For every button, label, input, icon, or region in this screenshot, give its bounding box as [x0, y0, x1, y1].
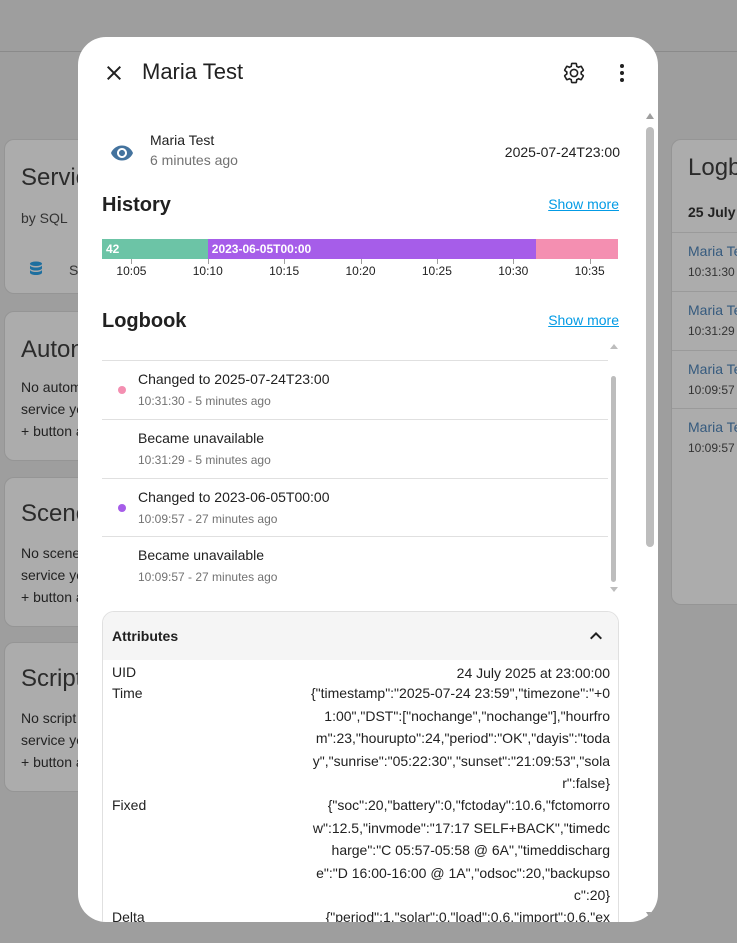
logbook-card: Logb 25 July Maria Te 10:31:30 Maria Te … [671, 139, 737, 605]
entry-time: 10:31:30 [688, 265, 735, 279]
state-color-dot [118, 504, 126, 512]
entity-state-row: Maria Test 6 minutes ago 2025-07-24T23:0… [102, 129, 620, 173]
entity-name: Maria Test [150, 132, 215, 148]
entry-name: Maria Te [688, 361, 737, 377]
logbook-time: 10:31:29 - 5 minutes ago [138, 453, 271, 467]
card-title: Script [21, 665, 83, 692]
entry-name: Maria Te [688, 243, 737, 259]
entry-time: 10:09:57 [688, 383, 735, 397]
logbook-message: Changed to 2023-06-05T00:00 [138, 489, 330, 505]
logbook-entry[interactable]: Changed to 2025-07-24T23:00 10:31:30 - 5… [102, 360, 608, 419]
dialog-scroll-up-arrow[interactable] [646, 113, 654, 119]
card-text: service ye [21, 401, 85, 417]
attributes-header[interactable]: Attributes [103, 612, 618, 660]
history-timeline[interactable]: 42 2023-06-05T00:00 [102, 239, 618, 259]
more-info-dialog: Maria Test Maria Test 6 minutes ago 2025… [78, 37, 658, 922]
settings-button[interactable] [556, 55, 592, 91]
scroll-down-arrow[interactable] [610, 587, 618, 592]
logbook-scroll-thumb[interactable] [611, 376, 616, 582]
logbook-entry[interactable]: Became unavailable 10:31:29 - 5 minutes … [102, 419, 608, 478]
card-title: Logb [688, 154, 737, 181]
logbook-entry[interactable]: Changed to 2023-06-05T00:00 10:09:57 - 2… [102, 478, 608, 537]
logbook-card-entry: Maria Te 10:31:29 [672, 291, 737, 350]
logbook-time: 10:31:30 - 5 minutes ago [138, 394, 271, 408]
database-icon [30, 261, 42, 275]
attributes-panel: Attributes UID 24 July 2025 at 23:00:00 … [102, 611, 619, 922]
axis-tick-label: 10:10 [192, 264, 223, 278]
history-title: History [102, 194, 171, 216]
eye-icon [111, 145, 133, 161]
more-vertical-icon [620, 64, 624, 82]
attribute-key: Time [112, 685, 143, 701]
logbook-message: Became unavailable [138, 430, 265, 446]
axis-tick-label: 10:25 [421, 264, 452, 278]
card-text: service ye [21, 567, 85, 583]
logbook-message: Changed to 2025-07-24T23:00 [138, 371, 330, 387]
axis-tick-label: 10:30 [498, 264, 529, 278]
card-text: No script [21, 710, 77, 726]
entry-time: 10:09:57 [688, 441, 735, 455]
timeline-segment[interactable] [536, 239, 618, 259]
card-date: 25 July [688, 204, 736, 220]
axis-tick-label: 10:35 [574, 264, 605, 278]
scroll-up-arrow[interactable] [610, 344, 618, 349]
logbook-card-entry: Maria Te 10:09:57 [672, 350, 737, 409]
entity-state-value: 2025-07-24T23:00 [504, 144, 620, 160]
logbook-clipped-entry [102, 343, 608, 361]
logbook-time: 10:09:57 - 27 minutes ago [138, 512, 278, 526]
card-text: No autom [21, 379, 82, 395]
attribute-value: {"period":1,"solar":0,"load":0.6,"import… [325, 909, 610, 922]
timeline-segment[interactable]: 42 [102, 239, 208, 259]
card-text: + button a [21, 423, 84, 439]
gear-icon [563, 62, 585, 84]
entry-name: Maria Te [688, 302, 737, 318]
attribute-key: UID [112, 664, 137, 680]
card-subtitle: by SQL [21, 210, 68, 226]
card-title: Auton [21, 336, 84, 363]
state-color-dot [118, 386, 126, 394]
card-text: service ye [21, 732, 85, 748]
card-text: + button a [21, 589, 84, 605]
logbook-card-entry: Maria Te 10:31:30 [672, 232, 737, 291]
history-time-axis: 10:05 10:10 10:15 10:20 10:25 10:30 10:35 [102, 259, 618, 281]
entry-time: 10:31:29 [688, 324, 735, 338]
attribute-key: Delta [112, 909, 145, 922]
axis-tick-label: 10:20 [345, 264, 376, 278]
logbook-title: Logbook [102, 310, 187, 332]
dialog-scroll-thumb[interactable] [646, 127, 654, 547]
card-item-label: S [69, 262, 79, 278]
card-text: No scene [21, 545, 81, 561]
logbook-card-entry: Maria Te 10:09:57 [672, 408, 737, 467]
logbook-list: Changed to 2025-07-24T23:00 10:31:30 - 5… [102, 343, 618, 587]
dialog-header: Maria Test [78, 37, 658, 109]
logbook-show-more-link[interactable]: Show more [548, 312, 619, 328]
more-options-button[interactable] [604, 55, 640, 91]
entry-name: Maria Te [688, 419, 737, 435]
chevron-up-icon[interactable] [584, 624, 608, 648]
dialog-title: Maria Test [142, 59, 244, 84]
axis-tick-label: 10:05 [116, 264, 147, 278]
logbook-entry[interactable]: Became unavailable 10:09:57 - 27 minutes… [102, 536, 608, 587]
axis-tick-label: 10:15 [269, 264, 300, 278]
entity-last-changed: 6 minutes ago [150, 152, 238, 168]
close-button[interactable] [96, 55, 132, 91]
attributes-title: Attributes [112, 628, 179, 644]
timeline-segment[interactable]: 2023-06-05T00:00 [207, 239, 537, 259]
attribute-value: {"soc":20,"battery":0,"fctoday":10.6,"fc… [312, 797, 610, 903]
logbook-message: Became unavailable [138, 547, 265, 563]
close-icon [107, 66, 121, 80]
card-text: + button a [21, 754, 84, 770]
logbook-time: 10:09:57 - 27 minutes ago [138, 570, 278, 584]
attribute-value: 24 July 2025 at 23:00:00 [456, 665, 610, 681]
attribute-value: {"timestamp":"2025-07-24 23:59","timezon… [310, 685, 610, 791]
history-show-more-link[interactable]: Show more [548, 196, 619, 212]
dialog-scroll-down-arrow[interactable] [646, 912, 654, 918]
attribute-key: Fixed [112, 797, 147, 813]
logbook-scrollbar[interactable] [610, 344, 618, 594]
